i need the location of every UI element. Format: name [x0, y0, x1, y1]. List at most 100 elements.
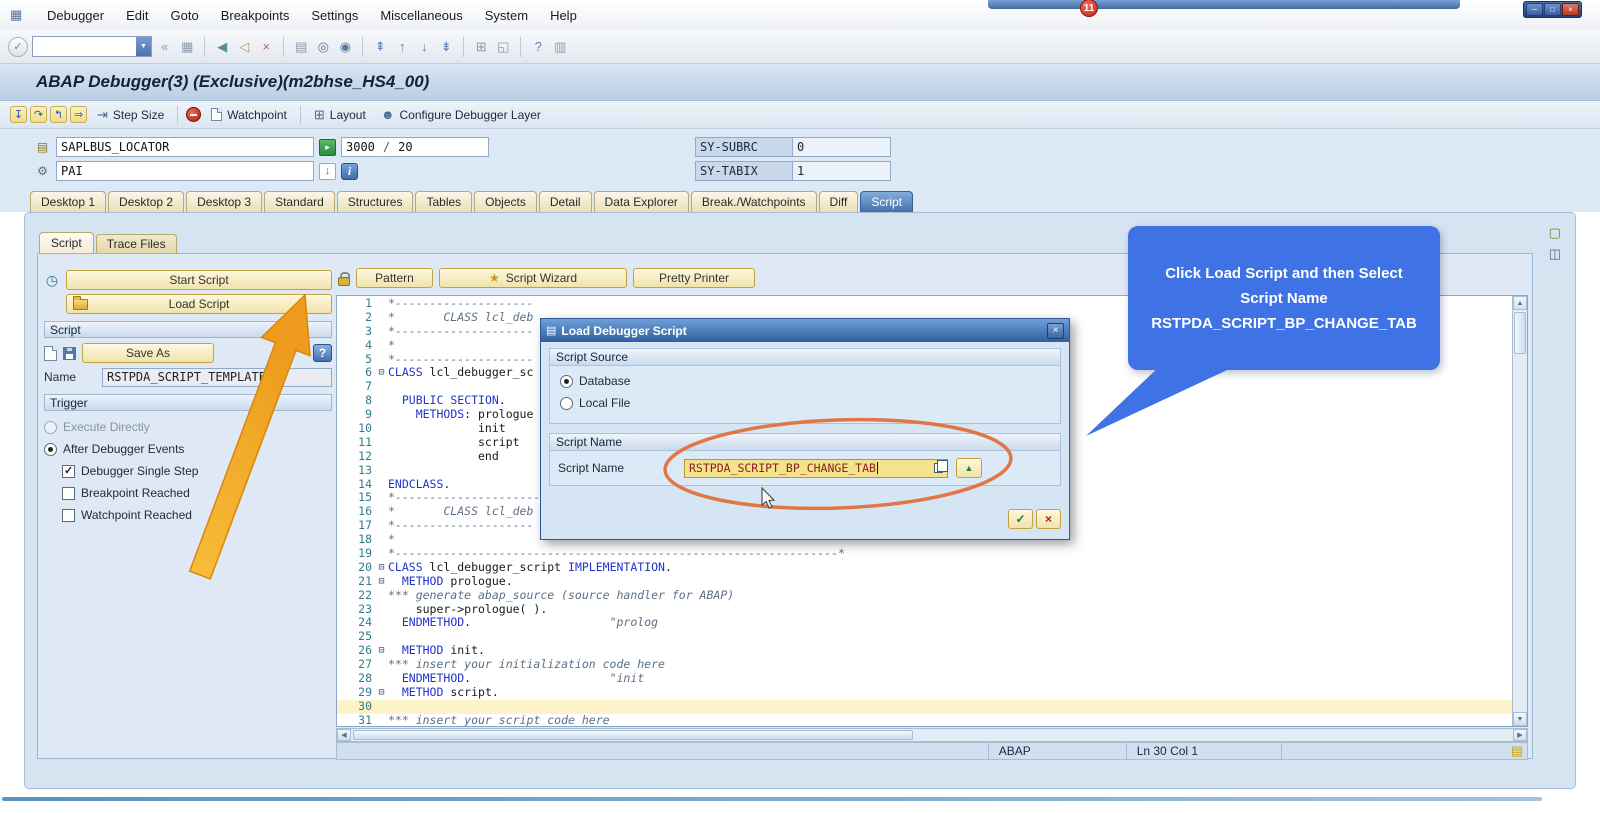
- tab-desktop-2[interactable]: Desktop 2: [108, 191, 185, 212]
- start-script-button[interactable]: Start Script: [66, 270, 332, 290]
- back-icon[interactable]: ◀: [212, 37, 232, 57]
- shortcut-icon[interactable]: ◱: [493, 37, 513, 57]
- scroll-right-icon[interactable]: ▶: [1513, 729, 1527, 741]
- radio-after-debugger-events[interactable]: After Debugger Events: [44, 438, 332, 460]
- tab-tables[interactable]: Tables: [415, 191, 473, 212]
- code-line-23[interactable]: 23 super->prologue( ).: [337, 602, 1512, 617]
- subtab-trace-files[interactable]: Trace Files: [95, 234, 177, 254]
- scroll-left-icon[interactable]: ◀: [337, 729, 351, 741]
- step-return-icon[interactable]: ↰: [50, 106, 67, 123]
- save-icon[interactable]: ▦: [177, 37, 197, 57]
- tab-desktop-3[interactable]: Desktop 3: [186, 191, 263, 212]
- vertical-scrollbar[interactable]: ▲ ▼: [1512, 296, 1527, 726]
- layout-button[interactable]: ⊞ Layout: [309, 105, 371, 125]
- code-line-30[interactable]: 30: [337, 699, 1512, 714]
- radio-database[interactable]: Database: [560, 370, 1050, 392]
- prev-page-icon[interactable]: ↑: [392, 37, 412, 57]
- line-field[interactable]: 3000 / 20: [341, 137, 489, 157]
- pretty-printer-button[interactable]: Pretty Printer: [633, 268, 755, 288]
- tab-diff[interactable]: Diff: [818, 191, 859, 212]
- print-icon[interactable]: ▤: [291, 37, 311, 57]
- scroll-down-icon[interactable]: ▼: [1513, 712, 1527, 726]
- copy-icon[interactable]: [934, 460, 948, 473]
- dialog-titlebar[interactable]: ▤ Load Debugger Script ×: [541, 319, 1069, 342]
- fold-marker[interactable]: ⊟: [375, 644, 388, 658]
- panel-layout-icon[interactable]: ◫: [1549, 246, 1561, 262]
- fold-marker[interactable]: ⊟: [375, 575, 388, 589]
- save-icon[interactable]: [63, 346, 76, 360]
- checkbox-watchpoint-reached[interactable]: Watchpoint Reached: [44, 504, 332, 526]
- code-line-26[interactable]: 26 ⊟ METHOD init.: [337, 643, 1512, 658]
- menu-settings[interactable]: Settings: [300, 5, 369, 26]
- command-dropdown-icon[interactable]: ▼: [136, 37, 151, 56]
- confirm-button[interactable]: ✓: [1008, 509, 1033, 529]
- code-line-19[interactable]: 19 *-------------------------------------…: [337, 546, 1512, 561]
- tab-objects[interactable]: Objects: [474, 191, 537, 212]
- new-script-icon[interactable]: ▢: [1549, 225, 1561, 241]
- menu-breakpoints[interactable]: Breakpoints: [210, 5, 301, 26]
- radio-local-file[interactable]: Local File: [560, 392, 1050, 414]
- last-page-icon[interactable]: ⇟: [436, 37, 456, 57]
- radio-execute-directly[interactable]: Execute Directly: [44, 416, 332, 438]
- collapse-icon[interactable]: «: [161, 39, 168, 54]
- code-line-27[interactable]: 27 *** insert your initialization code he…: [337, 657, 1512, 672]
- menu-debugger[interactable]: Debugger: [36, 5, 115, 26]
- minimize-button[interactable]: ─: [1526, 3, 1543, 16]
- code-line-20[interactable]: 20 ⊟ CLASS lcl_debugger_script IMPLEMENTAT…: [337, 560, 1512, 575]
- first-page-icon[interactable]: ⇞: [370, 37, 390, 57]
- save-as-button[interactable]: Save As: [82, 343, 214, 363]
- load-script-button[interactable]: Load Script: [66, 294, 332, 314]
- gui-settings-icon[interactable]: ▥: [550, 37, 570, 57]
- scrollbar-thumb[interactable]: [353, 730, 913, 740]
- info-icon[interactable]: i: [341, 162, 358, 180]
- new-session-icon[interactable]: ⊞: [471, 37, 491, 57]
- cancel-icon[interactable]: ×: [256, 37, 276, 57]
- program-field[interactable]: SAPLBUS_LOCATOR: [56, 137, 314, 157]
- position-icon[interactable]: ▸: [319, 138, 336, 156]
- pattern-button[interactable]: Pattern: [356, 268, 433, 288]
- tab-break-watchpoints[interactable]: Break./Watchpoints: [690, 191, 817, 212]
- cancel-button[interactable]: ×: [1036, 509, 1061, 529]
- exit-icon[interactable]: ◁: [234, 37, 254, 57]
- horizontal-scrollbar[interactable]: ◀ ▶: [336, 728, 1528, 742]
- menu-help[interactable]: Help: [539, 5, 588, 26]
- code-line-29[interactable]: 29 ⊟ METHOD script.: [337, 685, 1512, 700]
- code-line-22[interactable]: 22 *** generate abap_source (source handl…: [337, 588, 1512, 603]
- script-help-icon[interactable]: ?: [313, 344, 332, 362]
- code-line-31[interactable]: 31 *** insert your script code here: [337, 713, 1512, 726]
- event-field[interactable]: PAI: [56, 161, 314, 181]
- new-document-icon[interactable]: [44, 345, 57, 361]
- find-next-icon[interactable]: ◉: [335, 37, 355, 57]
- browse-script-button[interactable]: ▲: [956, 458, 982, 478]
- step-over-icon[interactable]: ↷: [30, 106, 47, 123]
- help-icon[interactable]: ?: [528, 37, 548, 57]
- continue-icon[interactable]: ⇒: [70, 106, 87, 123]
- command-input[interactable]: [33, 46, 136, 47]
- scroll-up-icon[interactable]: ▲: [1513, 296, 1527, 310]
- checkbox-breakpoint-reached[interactable]: Breakpoint Reached: [44, 482, 332, 504]
- next-page-icon[interactable]: ↓: [414, 37, 434, 57]
- tab-detail[interactable]: Detail: [538, 191, 592, 212]
- menu-edit[interactable]: Edit: [115, 5, 159, 26]
- tab-script[interactable]: Script: [860, 191, 914, 212]
- script-wizard-button[interactable]: ★ Script Wizard: [439, 268, 627, 288]
- subtab-script[interactable]: Script: [39, 232, 94, 254]
- jump-icon[interactable]: ↓: [319, 162, 336, 180]
- code-line-25[interactable]: 25: [337, 629, 1512, 644]
- find-icon[interactable]: ◎: [313, 37, 333, 57]
- script-name-input[interactable]: RSTPDA_SCRIPT_BP_CHANGE_TAB: [684, 458, 948, 478]
- log-icon[interactable]: ▤: [1511, 743, 1523, 759]
- code-line-24[interactable]: 24 ENDMETHOD. "prolog: [337, 616, 1512, 630]
- menu-system[interactable]: System: [474, 5, 539, 26]
- configure-debugger-layer-button[interactable]: ☻ Configure Debugger Layer: [376, 105, 546, 124]
- checkbox-debugger-single-step[interactable]: Debugger Single Step: [44, 460, 332, 482]
- step-into-icon[interactable]: ↧: [10, 106, 27, 123]
- dialog-close-button[interactable]: ×: [1047, 322, 1064, 339]
- enter-icon[interactable]: ✓: [8, 36, 28, 57]
- maximize-button[interactable]: □: [1544, 3, 1561, 16]
- code-line-21[interactable]: 21 ⊟ METHOD prologue.: [337, 574, 1512, 589]
- system-menu-icon[interactable]: ▦: [10, 7, 28, 23]
- tab-data-explorer[interactable]: Data Explorer: [593, 191, 689, 212]
- fold-marker[interactable]: ⊟: [375, 366, 388, 380]
- tab-standard[interactable]: Standard: [264, 191, 335, 212]
